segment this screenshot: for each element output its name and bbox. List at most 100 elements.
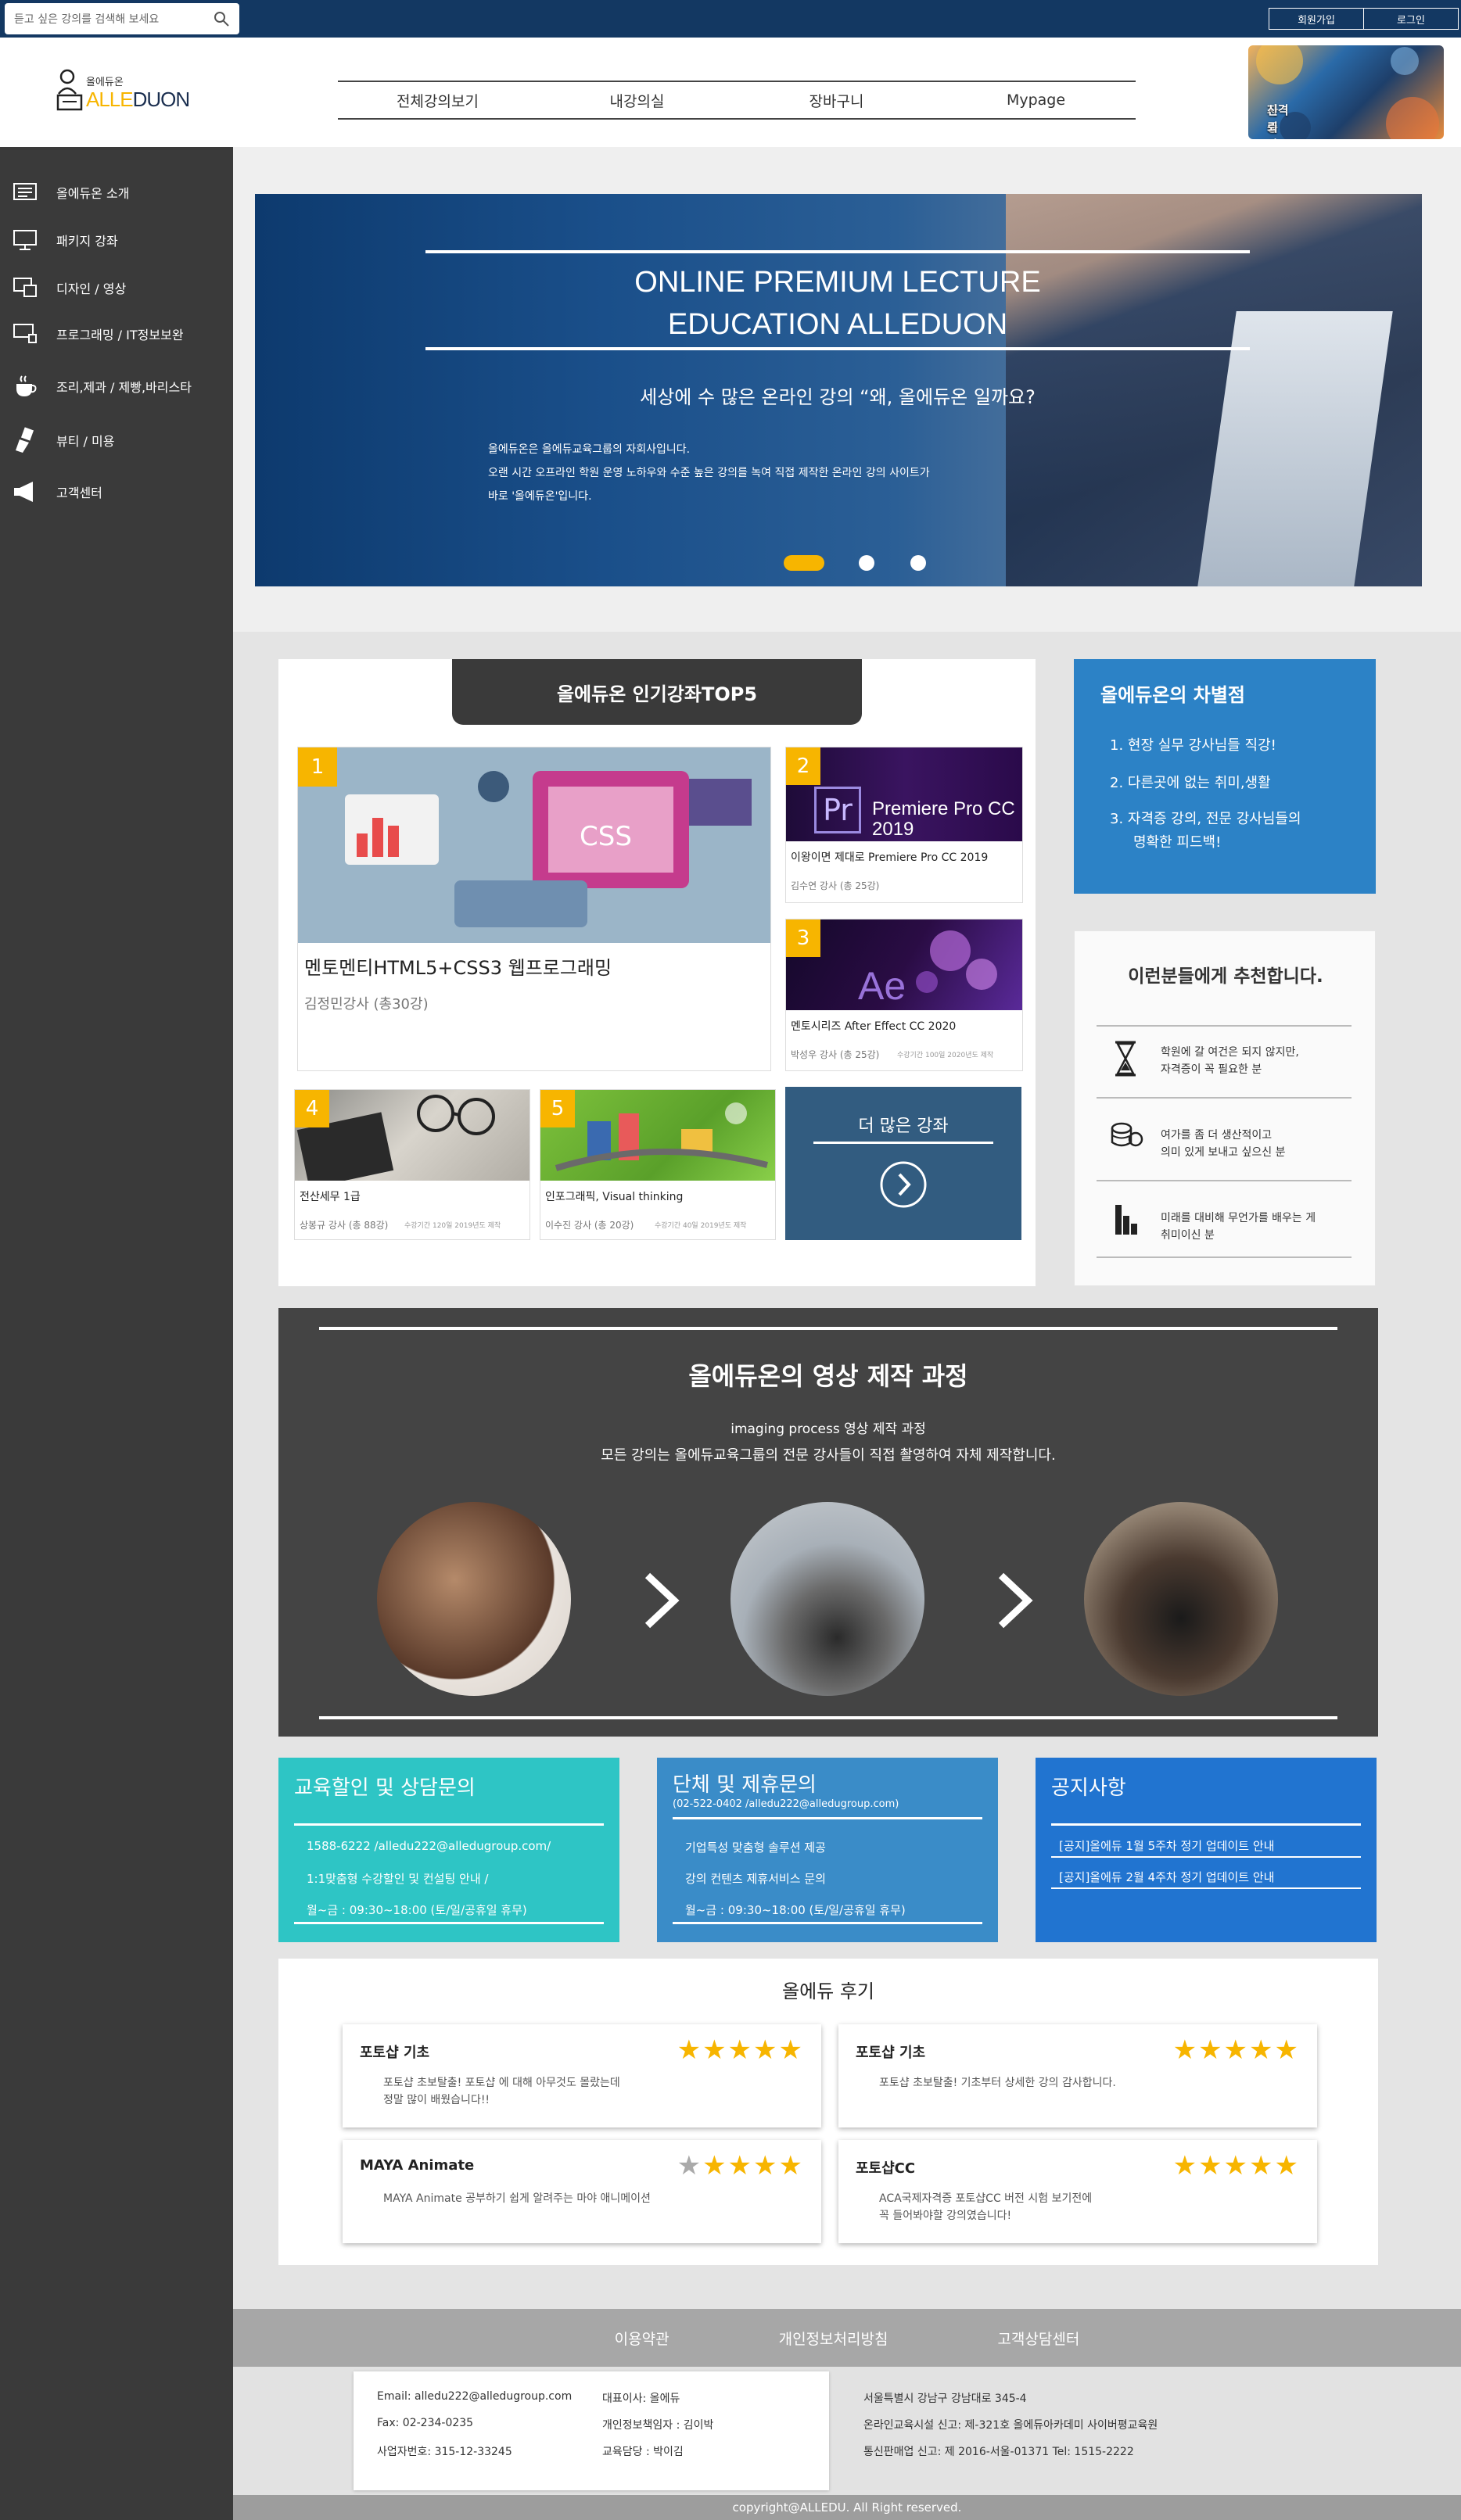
slider-dot[interactable] bbox=[859, 555, 874, 571]
notice-item[interactable]: [공지]올에듀 1월 5주차 정기 업데이트 안내 bbox=[1059, 1837, 1274, 1854]
notice-box[interactable]: 공지사항 [공지]올에듀 1월 5주차 정기 업데이트 안내 [공지]올에듀 2… bbox=[1036, 1758, 1377, 1942]
review-title: 포토샵 기초 bbox=[856, 2045, 926, 2061]
process-photo-1 bbox=[377, 1502, 571, 1696]
footer-fax: Fax: 02-234-0235 bbox=[377, 2417, 474, 2429]
course-image-css: CSS bbox=[298, 747, 770, 943]
footer-edu-manager: 교육담당 : 박이김 bbox=[602, 2446, 684, 2458]
divider bbox=[673, 1922, 982, 1924]
star-rating-icon: ★★★★★ bbox=[1172, 2034, 1300, 2066]
main-nav: 전체강의보기 내강의실 장바구니 Mypage bbox=[338, 81, 1136, 120]
slider-dot[interactable] bbox=[910, 555, 926, 571]
search-input[interactable]: 듣고 싶은 강의를 검색해 보세요 bbox=[14, 11, 213, 27]
course-card-2[interactable]: Pr Premiere Pro CC 2019 2 이왕이면 제대로 Premi… bbox=[785, 747, 1023, 903]
course-image-premiere: Pr Premiere Pro CC 2019 bbox=[786, 747, 1022, 841]
sidebar-item-about[interactable]: 올에듀온 소개 bbox=[0, 177, 233, 208]
notice-item[interactable]: [공지]올에듀 2월 4주차 정기 업데이트 안내 bbox=[1059, 1869, 1274, 1885]
rank-badge: 4 bbox=[295, 1090, 329, 1127]
divider bbox=[673, 1817, 982, 1819]
divider-top bbox=[319, 1327, 1337, 1330]
review-text: 포토샵 초보탈출! 기초부터 상세한 강의 감사합니다. bbox=[879, 2077, 1116, 2089]
divider bbox=[1051, 1856, 1361, 1858]
course-card-4[interactable]: 4 전산세무 1급 상봉규 강사 (총 88강) 수강기간 120일 2019년… bbox=[294, 1089, 530, 1240]
consult-box[interactable]: 교육할인 및 상담문의 1588-6222 /alledu222@alledug… bbox=[278, 1758, 619, 1942]
slider-dot-active[interactable] bbox=[784, 555, 824, 571]
partnership-item: 강의 컨텐츠 제휴서비스 문의 bbox=[685, 1872, 826, 1886]
course-card-1[interactable]: CSS 1 멘토멘티HTML5+CSS3 웹프로그래밍 김정민강사 (총30강) bbox=[297, 747, 771, 1071]
course-image-aftereffects: Ae bbox=[786, 919, 1022, 1010]
process-photo-3 bbox=[1084, 1502, 1278, 1696]
difference-title: 올에듀온의 차별점 bbox=[1100, 684, 1245, 706]
ad-banner[interactable]: 자격증 NO.1신뢰와 믿음으로 보답하겠습니다. bbox=[1248, 45, 1444, 139]
sidebar-item-programming[interactable]: 프로그래밍 / IT정보보완 bbox=[0, 318, 233, 350]
review-title: 포토샵CC bbox=[856, 2160, 916, 2177]
review-card: MAYA Animate ★★★★★ MAYA Animate 공부하기 쉽게 … bbox=[343, 2140, 821, 2243]
course-title: 이왕이면 제대로 Premiere Pro CC 2019 bbox=[791, 851, 989, 864]
footer-privacy-officer: 개인정보책임자 : 김이박 bbox=[602, 2419, 714, 2432]
footer-link-support[interactable]: 고객상담센터 bbox=[997, 2328, 1079, 2349]
course-image-infographic bbox=[540, 1090, 775, 1181]
recommend-panel: 이런분들에게 추천합니다. 학원에 갈 여건은 되지 않지만, 자격증이 꼭 필요… bbox=[1074, 930, 1376, 1286]
review-title: 포토샵 기초 bbox=[360, 2045, 430, 2061]
sidebar-item-design[interactable]: 디자인 / 영상 bbox=[0, 272, 233, 303]
search-icon[interactable] bbox=[213, 10, 230, 27]
partnership-box[interactable]: 단체 및 제휴문의 (02-522-0402 /alledu222@alledu… bbox=[657, 1758, 998, 1942]
partnership-sub: (02-522-0402 /alledu222@alledugroup.com) bbox=[673, 1798, 899, 1810]
divider bbox=[1051, 1887, 1361, 1889]
nav-all-courses[interactable]: 전체강의보기 bbox=[338, 82, 537, 118]
course-card-5[interactable]: 5 인포그래픽, Visual thinking 이수진 강사 (총 20강) … bbox=[540, 1089, 776, 1240]
consult-item: 월~금 : 09:30~18:00 (토/일/공휴일 휴무) bbox=[307, 1903, 527, 1917]
difference-item: 명확한 피드백! bbox=[1133, 834, 1222, 851]
footer-link-privacy[interactable]: 개인정보처리방침 bbox=[779, 2328, 888, 2349]
chevron-right-icon bbox=[880, 1161, 927, 1208]
course-meta: 이수진 강사 (총 20강) bbox=[545, 1220, 634, 1231]
footer-address: 서울특별시 강남구 강남대로 345-4 bbox=[863, 2393, 1027, 2405]
star-rating-icon: ★★★★★ bbox=[1172, 2150, 1300, 2181]
divider bbox=[1051, 1823, 1361, 1826]
brush-icon bbox=[13, 427, 38, 453]
sidebar-item-cooking[interactable]: 조리,제과 / 제빵,바리스타 bbox=[0, 371, 233, 402]
sidebar-item-support[interactable]: 고객센터 bbox=[0, 476, 233, 507]
footer-link-terms[interactable]: 이용약관 bbox=[615, 2328, 669, 2349]
nav-my-classroom[interactable]: 내강의실 bbox=[537, 82, 737, 118]
logo-text: ALLEDUON bbox=[86, 88, 190, 111]
more-courses-label: 더 많은 강좌 bbox=[858, 1117, 949, 1136]
consult-title: 교육할인 및 상담문의 bbox=[294, 1776, 476, 1800]
laptop-icon bbox=[13, 323, 38, 345]
search-box[interactable]: 듣고 싶은 강의를 검색해 보세요 bbox=[5, 3, 239, 34]
hero-title-line1: ONLINE PREMIUM LECTURE bbox=[634, 266, 1041, 299]
rank-badge: 2 bbox=[786, 747, 820, 785]
more-courses-button[interactable]: 더 많은 강좌 bbox=[785, 1087, 1021, 1240]
arrow-right-icon bbox=[644, 1572, 680, 1629]
recommend-item-3: 미래를 대비해 무언가를 배우는 게 취미이신 분 bbox=[1161, 1212, 1316, 1242]
desktop-icon bbox=[13, 229, 38, 251]
svg-text:CSS: CSS bbox=[580, 821, 632, 852]
ad-text-2: 신뢰와 믿음으로 보답하겠습니다. bbox=[1267, 103, 1278, 139]
sidebar-item-package[interactable]: 패키지 강좌 bbox=[0, 224, 233, 256]
nav-mypage[interactable]: Mypage bbox=[936, 82, 1136, 118]
course-meta: 김정민강사 (총30강) bbox=[304, 996, 429, 1013]
monitor-icon bbox=[13, 181, 38, 203]
course-card-3[interactable]: Ae 3 멘토시리즈 After Effect CC 2020 박성우 강사 (… bbox=[785, 919, 1023, 1071]
logo[interactable]: 올에듀온 ALLEDUON bbox=[56, 64, 197, 119]
review-text: 포토샵 초보탈출! 포토샵 에 대해 아무것도 몰랐는데 정말 많이 배웠습니다!… bbox=[383, 2077, 620, 2106]
more-divider bbox=[813, 1142, 993, 1144]
login-button[interactable]: 로그인 bbox=[1363, 8, 1459, 30]
sidebar-item-beauty[interactable]: 뷰티 / 미용 bbox=[0, 425, 233, 456]
nav-cart[interactable]: 장바구니 bbox=[737, 82, 936, 118]
hero-desc-3: 바로 '올에듀온'입니다. bbox=[488, 490, 592, 503]
join-button[interactable]: 회원가입 bbox=[1269, 8, 1364, 30]
hero-subtitle: 세상에 수 많은 온라인 강의 “왜, 올에듀온 일까요? bbox=[640, 386, 1036, 408]
process-photo-2 bbox=[730, 1502, 924, 1696]
reviews-section: 올에듀 후기 포토샵 기초 ★★★★★ 포토샵 초보탈출! 포토샵 에 대해 아… bbox=[278, 1959, 1378, 2265]
coffee-icon bbox=[13, 375, 38, 397]
review-text: ACA국제자격증 포토샵CC 버전 시험 보기전에 꼭 들어봐야할 강의였습니다! bbox=[879, 2192, 1093, 2222]
partnership-item: 기업특성 맞춤형 솔루션 제공 bbox=[685, 1841, 826, 1855]
divider-bottom bbox=[319, 1716, 1337, 1719]
course-title: 전산세무 1급 bbox=[300, 1191, 361, 1203]
logo-person-icon bbox=[56, 69, 83, 111]
divider bbox=[1097, 1025, 1352, 1027]
sidebar-item-label: 프로그래밍 / IT정보보완 bbox=[56, 328, 184, 342]
review-text: MAYA Animate 공부하기 쉽게 알려주는 마야 애니메이션 bbox=[383, 2192, 651, 2205]
copyright: copyright@ALLEDU. All Right reserved. bbox=[233, 2495, 1461, 2520]
premiere-logo-icon: Pr bbox=[814, 787, 861, 833]
